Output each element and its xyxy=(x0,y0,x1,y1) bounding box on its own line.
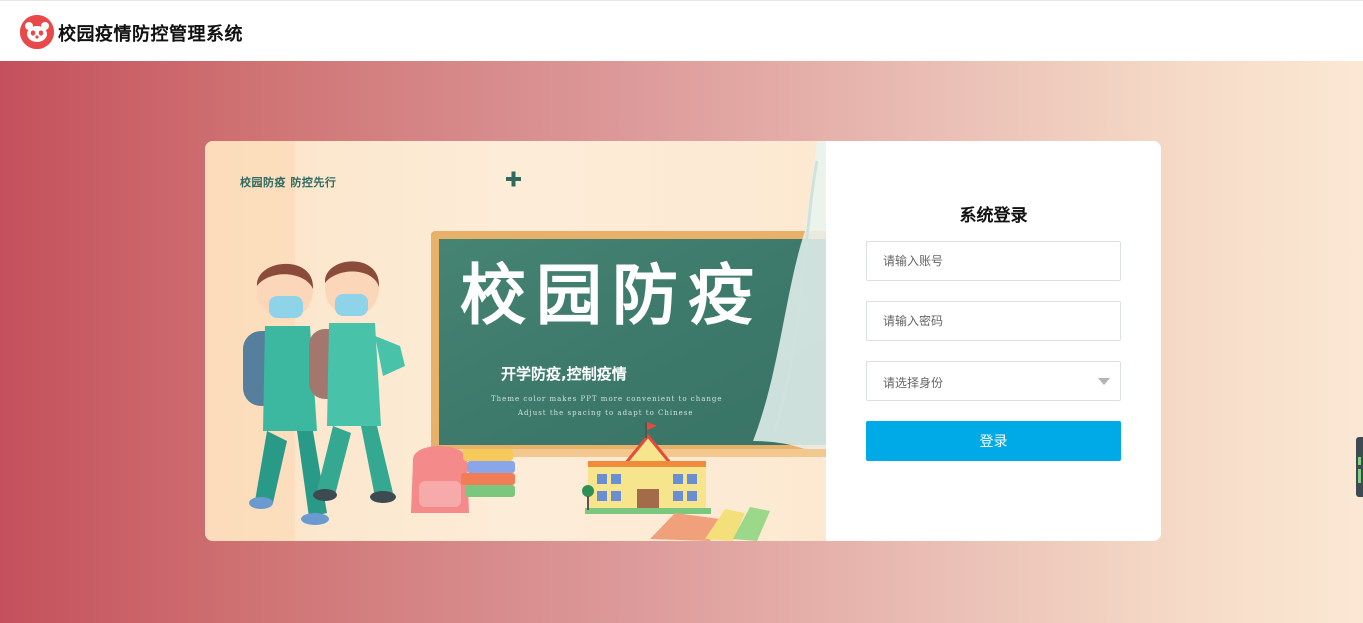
side-widget-handle[interactable] xyxy=(1356,437,1363,497)
top-header: 校园疫情防控管理系统 xyxy=(0,0,1363,60)
campus-epidemic-illustration: 校园防疫 防控先行 校园防疫 开学防疫,控制疫情 Theme color mak… xyxy=(205,141,826,541)
login-card: 校园防疫 防控先行 校园防疫 开学防疫,控制疫情 Theme color mak… xyxy=(205,141,1161,541)
login-title: 系统登录 xyxy=(959,206,1028,226)
password-input[interactable] xyxy=(866,301,1121,341)
logo-icon xyxy=(20,15,54,49)
chalkboard-title: 校园防疫 xyxy=(460,257,764,334)
login-button[interactable]: 登录 xyxy=(866,421,1121,461)
chalkboard-subtitle: 开学防疫,控制疫情 xyxy=(501,365,627,383)
chalkboard-english-line-1: Theme color makes PPT more convenient to… xyxy=(491,395,723,403)
widget-bar-2 xyxy=(1358,469,1361,483)
caret-down-icon xyxy=(1098,378,1110,385)
widget-bar-1 xyxy=(1358,457,1361,465)
login-form-panel: 系统登录 请选择身份 登录 xyxy=(826,141,1161,541)
account-input[interactable] xyxy=(866,241,1121,281)
chalkboard-english-line-2: Adjust the spacing to adapt to Chinese xyxy=(518,409,694,417)
illustration-artwork xyxy=(205,141,826,541)
role-select-placeholder: 请选择身份 xyxy=(883,376,944,390)
app-title: 校园疫情防控管理系统 xyxy=(58,24,243,45)
slogan-text: 校园防疫 防控先行 xyxy=(240,176,337,189)
role-select[interactable]: 请选择身份 xyxy=(866,361,1121,401)
